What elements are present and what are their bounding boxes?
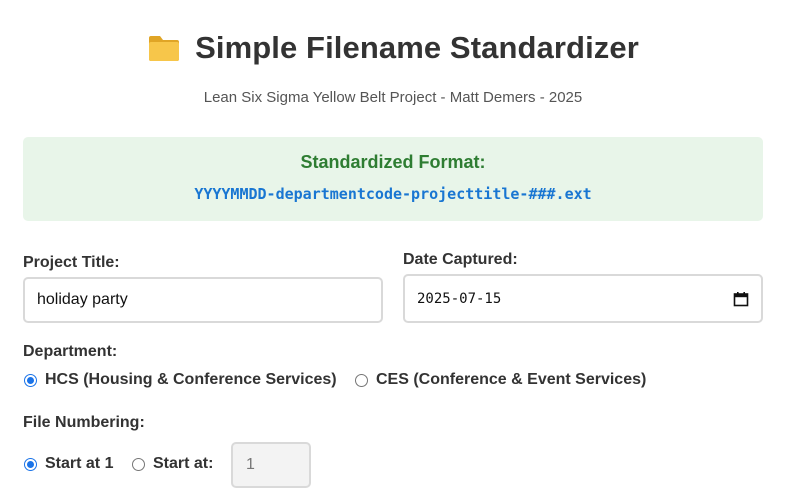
format-info-box: Standardized Format: YYYYMMDD-department… [23,137,763,221]
hcs-radio-label: HCS (Housing & Conference Services) [45,371,337,388]
folder-icon [149,36,180,61]
format-pattern: YYYYMMDD-departmentcode-projecttitle-###… [194,185,592,203]
department-option-ces[interactable]: CES (Conference & Event Services) [355,371,646,389]
start-at-label: Start at: [153,455,214,472]
ces-radio-label: CES (Conference & Event Services) [376,371,647,388]
numbering-option-start-at[interactable]: Start at: [132,455,213,473]
department-option-hcs[interactable]: HCS (Housing & Conference Services) [24,371,337,389]
page-title: Simple Filename Standardizer [195,30,639,65]
project-title-label: Project Title: [23,254,120,271]
date-captured-input[interactable]: 2025-07-15 [403,274,763,323]
date-value: 2025-07-15 [417,290,502,307]
date-captured-label: Date Captured: [403,251,518,268]
hcs-radio[interactable] [24,373,37,387]
project-title-input[interactable] [23,277,383,323]
start-at-radio[interactable] [132,457,145,471]
department-label: Department: [23,343,118,360]
format-heading: Standardized Format: [300,152,486,172]
file-numbering-label: File Numbering: [23,414,145,431]
start-number-input[interactable] [231,442,311,488]
ces-radio[interactable] [355,373,368,387]
app-header: Simple Filename Standardizer [0,30,786,66]
numbering-option-start-1[interactable]: Start at 1 [24,455,113,473]
start-at-1-label: Start at 1 [45,455,114,472]
page-subtitle: Lean Six Sigma Yellow Belt Project - Mat… [203,89,583,106]
start-at-1-radio[interactable] [24,457,37,471]
calendar-icon[interactable] [733,291,749,307]
